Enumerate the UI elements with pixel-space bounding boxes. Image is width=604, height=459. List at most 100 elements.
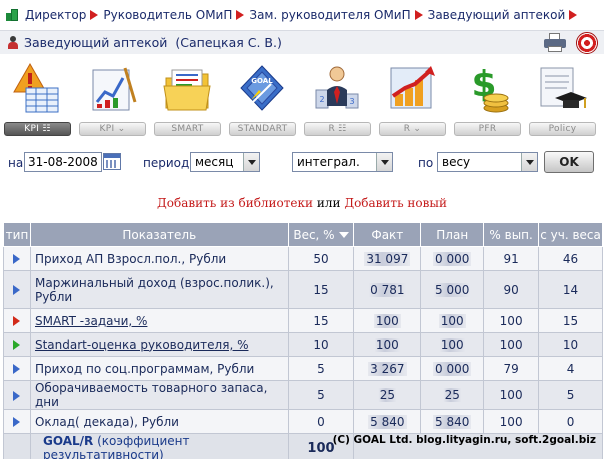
period-select-value: месяц bbox=[195, 155, 234, 169]
row-fact-value: 31 097 bbox=[364, 251, 411, 266]
row-indicator[interactable]: Standart-оценка руководителя, % bbox=[29, 332, 289, 357]
table-row[interactable]: Оклад( декада), Рубли 0 5 840 5 840 100 0 bbox=[3, 409, 603, 434]
header-plan[interactable]: План bbox=[420, 222, 485, 247]
date-field[interactable]: 31-08-2008 bbox=[24, 152, 102, 172]
breadcrumb: Директор Руководитель ОМиП Зам. руководи… bbox=[6, 6, 582, 24]
table-row[interactable]: Приход по соц.программам, Рубли 5 3 267 0 0… bbox=[3, 356, 603, 381]
row-indicator[interactable]: Оборачиваемость товарного запаса, дни bbox=[29, 380, 289, 410]
tool-smart[interactable]: SMART bbox=[150, 58, 225, 138]
header-type[interactable]: тип bbox=[3, 222, 31, 247]
row-indicator[interactable]: Приход АП Взросл.пол., Рубли bbox=[29, 246, 289, 271]
tool-kpi-chart[interactable]: KPI ⌄ bbox=[75, 58, 150, 138]
breadcrumb-arrow-icon bbox=[236, 10, 245, 20]
mode-select-value: интеграл. bbox=[297, 155, 360, 169]
row-plan: 0 000 bbox=[420, 246, 485, 271]
header-indicator[interactable]: Показатель bbox=[29, 222, 289, 247]
tool-pfr-label: PFR bbox=[454, 122, 521, 136]
tool-r-chart[interactable]: R ⌄ bbox=[375, 58, 450, 138]
links-or: или bbox=[316, 196, 341, 210]
add-new-link[interactable]: Добавить новый bbox=[344, 196, 447, 210]
header-weighted[interactable]: с уч. веса bbox=[538, 222, 603, 247]
row-fact-value: 3 267 bbox=[368, 361, 407, 376]
total-label: GOAL/R (коэффициент результативности) bbox=[29, 433, 289, 459]
row-indicator[interactable]: Маржинальный доход (взрос.полик.), Рубли bbox=[29, 270, 289, 309]
breadcrumb-arrow-icon bbox=[414, 10, 423, 20]
by-label: по bbox=[418, 156, 434, 170]
row-plan-value: 0 000 bbox=[433, 361, 472, 376]
tool-policy[interactable]: Policy bbox=[525, 58, 600, 138]
tool-r-table[interactable]: 2 3 R ☷ bbox=[300, 58, 375, 138]
row-weight: 50 bbox=[287, 246, 355, 271]
row-fact-value: 25 bbox=[377, 388, 397, 402]
money-icon: $ bbox=[471, 64, 509, 113]
user-bar: Заведующий аптекой (Сапецкая С. В.) bbox=[0, 30, 604, 54]
row-indicator[interactable]: Оклад( декада), Рубли bbox=[29, 409, 289, 434]
print-icon[interactable] bbox=[544, 33, 566, 53]
row-pct: 100 bbox=[483, 409, 540, 434]
current-user: Заведующий аптекой (Сапецкая С. В.) bbox=[8, 35, 282, 50]
tool-standart[interactable]: GOAL STANDART bbox=[225, 58, 300, 138]
kpi-chart-icon bbox=[92, 67, 137, 111]
row-fact: 5 840 bbox=[353, 409, 422, 434]
row-pct: 100 bbox=[483, 308, 540, 333]
tool-policy-label: Policy bbox=[529, 122, 596, 136]
breadcrumb-item-pharmacy[interactable]: Заведующий аптекой bbox=[428, 8, 566, 22]
tool-r-chart-label: R ⌄ bbox=[379, 122, 446, 136]
row-plan: 5 000 bbox=[420, 270, 485, 309]
period-select[interactable]: месяц bbox=[190, 152, 260, 172]
row-indicator[interactable]: Приход по соц.программам, Рубли bbox=[29, 356, 289, 381]
total-empty bbox=[3, 433, 31, 459]
filter-bar: на 31-08-2008 период месяц интеграл. по … bbox=[0, 150, 604, 176]
table-row[interactable]: Маржинальный доход (взрос.полик.), Рубли… bbox=[3, 270, 603, 309]
breadcrumb-item-head[interactable]: Руководитель ОМиП bbox=[103, 8, 232, 22]
table-header-row: тип Показатель Вес, % Факт План % вып. с… bbox=[3, 222, 603, 247]
header-weight[interactable]: Вес, % bbox=[287, 222, 355, 247]
kpi-table: тип Показатель Вес, % Факт План % вып. с… bbox=[3, 222, 603, 459]
table-row[interactable]: Приход АП Взросл.пол., Рубли 50 31 097 0 00… bbox=[3, 246, 603, 271]
row-weighted: 46 bbox=[538, 246, 603, 271]
sort-by-select-value: весу bbox=[442, 155, 471, 169]
row-fact: 100 bbox=[353, 332, 422, 357]
play-arrow-icon bbox=[13, 390, 21, 401]
ok-button[interactable]: OK bbox=[544, 151, 594, 173]
row-weight: 15 bbox=[287, 308, 355, 333]
header-pct[interactable]: % вып. bbox=[483, 222, 540, 247]
table-row[interactable]: Standart-оценка руководителя, % 10 100 100 1… bbox=[3, 332, 603, 357]
row-plan: 25 bbox=[420, 380, 485, 410]
tool-kpi-table[interactable]: KPI ☷ bbox=[0, 58, 75, 138]
add-from-library-link[interactable]: Добавить из библиотеки bbox=[157, 196, 313, 210]
tool-r-table-label: R ☷ bbox=[304, 122, 371, 136]
tool-standart-label: STANDART bbox=[229, 122, 296, 136]
row-weighted: 4 bbox=[538, 356, 603, 381]
header-fact[interactable]: Факт bbox=[353, 222, 422, 247]
table-row[interactable]: SMART -задачи, % 15 100 100 100 15 bbox=[3, 308, 603, 333]
growth-chart-icon bbox=[390, 66, 435, 109]
period-label: период bbox=[143, 156, 190, 170]
sort-desc-icon bbox=[338, 232, 349, 238]
breadcrumb-item-director[interactable]: Директор bbox=[25, 8, 86, 22]
graduation-scroll-icon bbox=[540, 67, 587, 108]
svg-text:2: 2 bbox=[319, 95, 324, 104]
goal-r-label: GOAL/R bbox=[42, 434, 94, 448]
user-role: Заведующий аптекой bbox=[24, 35, 168, 50]
row-fact-value: 0 781 bbox=[368, 282, 407, 297]
user-name: (Сапецкая С. В.) bbox=[175, 35, 282, 50]
row-type bbox=[3, 270, 31, 309]
row-plan-value: 0 000 bbox=[433, 251, 472, 266]
row-plan-value: 100 bbox=[438, 337, 466, 352]
breadcrumb-item-deputy[interactable]: Зам. руководителя ОМиП bbox=[249, 8, 410, 22]
add-links: Добавить из библиотеки или Добавить новы… bbox=[0, 196, 604, 210]
row-weighted: 5 bbox=[538, 380, 603, 410]
sort-by-select[interactable]: весу bbox=[437, 152, 538, 172]
mode-select[interactable]: интеграл. bbox=[292, 152, 393, 172]
row-weight: 15 bbox=[287, 270, 355, 309]
tool-kpi-chart-label: KPI ⌄ bbox=[79, 122, 146, 136]
row-plan: 100 bbox=[420, 308, 485, 333]
row-indicator[interactable]: SMART -задачи, % bbox=[29, 308, 289, 333]
row-fact: 0 781 bbox=[353, 270, 422, 309]
tool-pfr[interactable]: $ PFR bbox=[450, 58, 525, 138]
target-icon[interactable] bbox=[576, 32, 598, 54]
calendar-icon[interactable] bbox=[103, 153, 121, 170]
table-row[interactable]: Оборачиваемость товарного запаса, дни 5 25… bbox=[3, 380, 603, 410]
module-toolbar: KPI ☷ KPI ⌄ SMART GOAL STANDART 2 3 R ☷ … bbox=[0, 58, 604, 138]
